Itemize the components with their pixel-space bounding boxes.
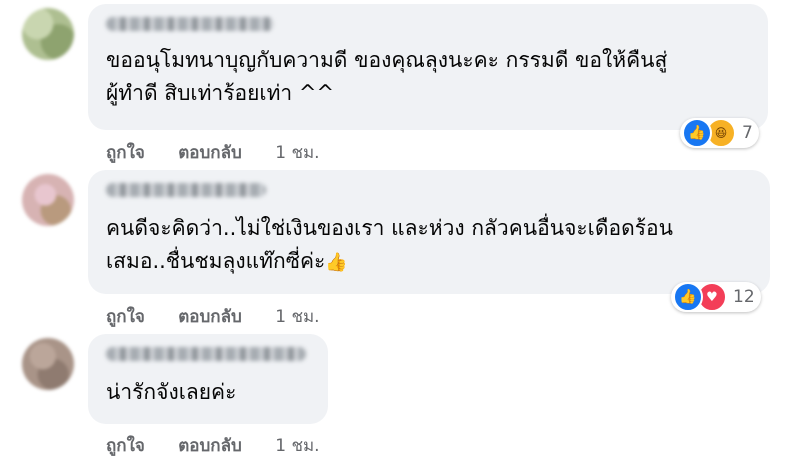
comment-actions: ถูกใจ ตอบกลับ 1 ชม.: [106, 303, 348, 330]
reply-link[interactable]: ตอบกลับ: [178, 436, 242, 456]
avatar[interactable]: [22, 174, 74, 226]
comment-bubble: ขออนุโมทนาบุญกับความดี ของคุณลุงนะคะ กรร…: [88, 4, 768, 130]
comment-actions: ถูกใจ ตอบกลับ 1 ชม.: [106, 432, 348, 459]
blurred-author-name[interactable]: [106, 347, 306, 361]
like-reaction-icon: 👍: [673, 282, 703, 312]
comment-text-line-1: น่ารักจังเลยค่ะ: [106, 380, 237, 404]
like-link[interactable]: ถูกใจ: [106, 436, 145, 456]
blurred-author-name[interactable]: [106, 17, 274, 31]
comment-bubble: น่ารักจังเลยค่ะ: [88, 334, 328, 424]
timestamp[interactable]: 1 ชม.: [275, 143, 319, 163]
like-link[interactable]: ถูกใจ: [106, 143, 145, 163]
like-link[interactable]: ถูกใจ: [106, 307, 145, 327]
reply-link[interactable]: ตอบกลับ: [178, 307, 242, 327]
comment-bubble: คนดีจะคิดว่า..ไม่ใช่เงินของเรา และห่วง ก…: [88, 170, 770, 294]
comment-text-line-2: ผู้ทำดี สิบเท่าร้อยเท่า ^^: [106, 81, 335, 105]
timestamp[interactable]: 1 ชม.: [275, 436, 319, 456]
timestamp[interactable]: 1 ชม.: [275, 307, 319, 327]
avatar[interactable]: [22, 8, 74, 60]
reply-link[interactable]: ตอบกลับ: [178, 143, 242, 163]
comment-text-content: เสมอ..ชื่นชมลุงแท๊กซี่ค่ะ: [106, 249, 326, 273]
avatar[interactable]: [22, 338, 74, 390]
thumbs-up-emoji: 👍: [325, 252, 348, 273]
comment-text-line-2: เสมอ..ชื่นชมลุงแท๊กซี่ค่ะ👍: [106, 245, 348, 279]
reaction-summary[interactable]: 👍 ♥ 12: [671, 282, 761, 312]
comment-text-line-1: ขออนุโมทนาบุญกับความดี ของคุณลุงนะคะ กรร…: [106, 48, 668, 72]
reaction-count: 12: [733, 287, 755, 307]
comment-actions: ถูกใจ ตอบกลับ 1 ชม.: [106, 139, 348, 166]
like-reaction-icon: 👍: [682, 118, 712, 148]
blurred-author-name[interactable]: [106, 183, 266, 197]
reaction-summary[interactable]: 👍 😆 7: [680, 118, 759, 148]
reaction-count: 7: [742, 123, 753, 143]
comment-text-line-1: คนดีจะคิดว่า..ไม่ใช่เงินของเรา และห่วง ก…: [106, 216, 673, 240]
